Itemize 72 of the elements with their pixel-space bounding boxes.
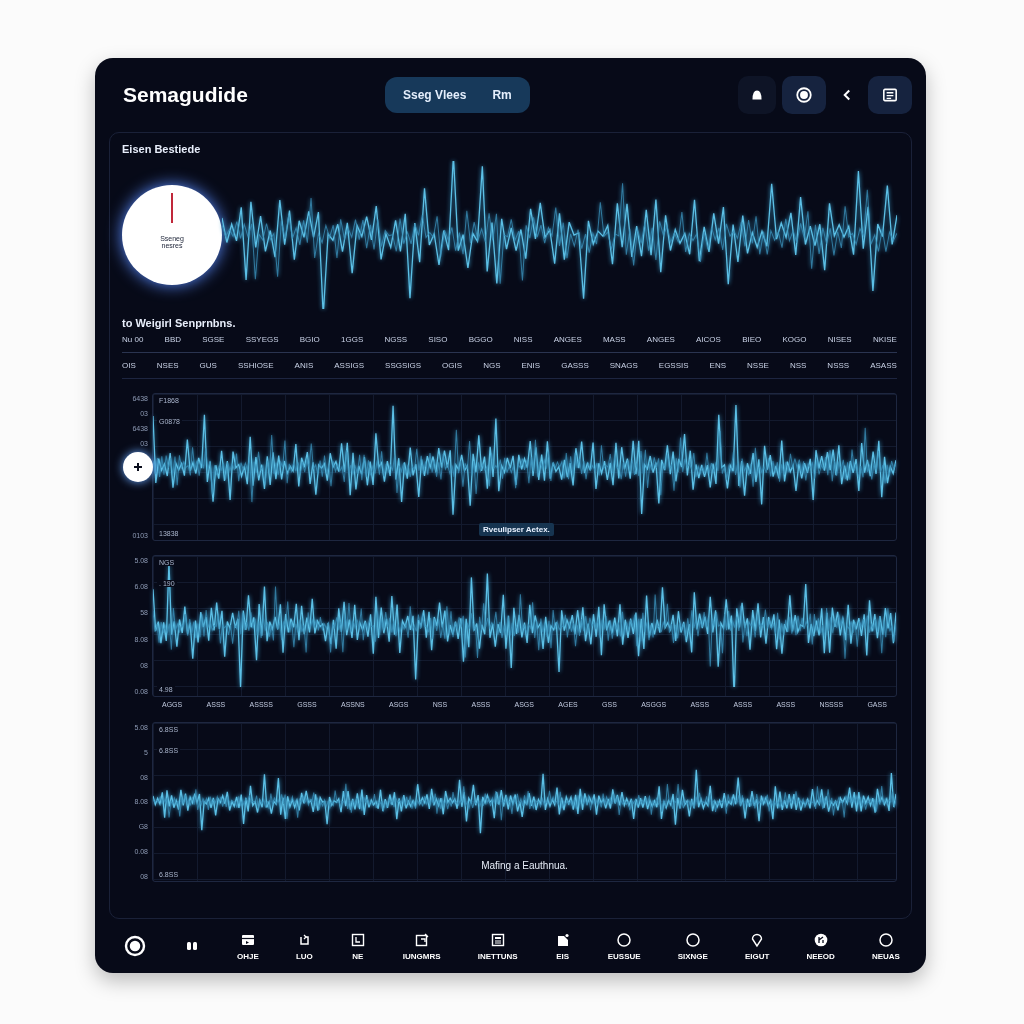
mode-pill[interactable]: Sseg Vlees Rm xyxy=(385,77,530,113)
frame-icon xyxy=(349,931,366,948)
list-button[interactable] xyxy=(868,76,912,114)
nav-item[interactable]: EIGUT xyxy=(744,931,770,961)
nav-item[interactable]: INETTUNS xyxy=(477,931,518,961)
scale-label: SSGSIGS xyxy=(385,361,422,370)
scale-label: MASS xyxy=(602,335,626,344)
nav-item[interactable]: NEEOD xyxy=(806,931,835,961)
scale-label: SISO xyxy=(428,335,448,344)
scale-label: OGIS xyxy=(442,361,463,370)
scale-label: SGSE xyxy=(202,335,225,344)
chart-tag: Rveulipser Aetex. xyxy=(479,523,554,536)
scale-label: ANIS xyxy=(294,361,314,370)
nav-item[interactable]: OHJE xyxy=(237,931,259,961)
mode-label: Sseg Vlees xyxy=(403,88,467,102)
scale-label: NSES xyxy=(156,361,179,370)
scale-label: NGS xyxy=(483,361,501,370)
circle-icon xyxy=(616,931,633,948)
scale-label: ASSIGS xyxy=(334,361,365,370)
scale-label: BGGO xyxy=(468,335,493,344)
section-title: Eisen Bestiede xyxy=(122,143,202,155)
bell-button[interactable] xyxy=(738,76,776,114)
scale-label: NISS xyxy=(513,335,533,344)
scale-label: NSS xyxy=(789,361,807,370)
scale-label: OIS xyxy=(122,361,136,370)
scale-label: 1GGS xyxy=(341,335,364,344)
scale-label: GASSS xyxy=(561,361,589,370)
circle-mark-icon xyxy=(812,931,829,948)
scale-label: NGSS xyxy=(384,335,408,344)
edit-icon xyxy=(413,931,430,948)
scale-label: NSSE xyxy=(747,361,769,370)
dial-needle xyxy=(171,193,173,223)
scale-label: GUS xyxy=(199,361,217,370)
nav-item[interactable]: IUNGMRS xyxy=(402,931,441,961)
document-icon xyxy=(489,931,506,948)
scale-label: ASASS xyxy=(870,361,897,370)
record-button[interactable] xyxy=(782,76,826,114)
record-button[interactable] xyxy=(123,934,147,958)
scale-label: ENIS xyxy=(521,361,541,370)
nav-item[interactable]: LUO xyxy=(295,931,313,961)
nav-item[interactable]: NE xyxy=(349,931,366,961)
plus-icon xyxy=(133,462,143,472)
scale-label: KOGO xyxy=(782,335,807,344)
scale-label: NKISE xyxy=(872,335,897,344)
record-icon xyxy=(795,86,813,104)
scale-label: ANGES xyxy=(646,335,675,344)
app-title: Semagudide xyxy=(123,83,249,107)
scale-label: Nu 00 xyxy=(122,335,144,344)
circle-icon xyxy=(877,931,894,948)
scale-label: EGSSIS xyxy=(658,361,689,370)
scale-label: SSHIOSE xyxy=(237,361,274,370)
scale-label: BGIO xyxy=(299,335,320,344)
scale-label: BIEO xyxy=(742,335,762,344)
circle-icon xyxy=(684,931,701,948)
mode-label: Rm xyxy=(492,88,512,102)
scale-label: BBD xyxy=(164,335,181,344)
nav-item[interactable]: EUSSUE xyxy=(607,931,641,961)
scale-label: SNAGS xyxy=(609,361,638,370)
add-button[interactable] xyxy=(123,452,153,482)
scale-label: ENS xyxy=(709,361,727,370)
nav-item[interactable]: SIXNGE xyxy=(677,931,708,961)
scale-label: NISES xyxy=(827,335,852,344)
record-icon xyxy=(123,934,147,958)
section-subtitle: to Weigirl Senprnbns. xyxy=(122,317,237,329)
chart-caption: Mafing a Eauthnua. xyxy=(480,860,569,871)
scale-label: SSYEGS xyxy=(245,335,279,344)
scale-label: ANGES xyxy=(553,335,582,344)
nav-item[interactable]: NEUAS xyxy=(871,931,900,961)
scale-label: AICOS xyxy=(696,335,721,344)
scale-label: NSSS xyxy=(827,361,850,370)
nav-item[interactable]: EIS xyxy=(554,931,571,961)
list-icon xyxy=(881,86,899,104)
